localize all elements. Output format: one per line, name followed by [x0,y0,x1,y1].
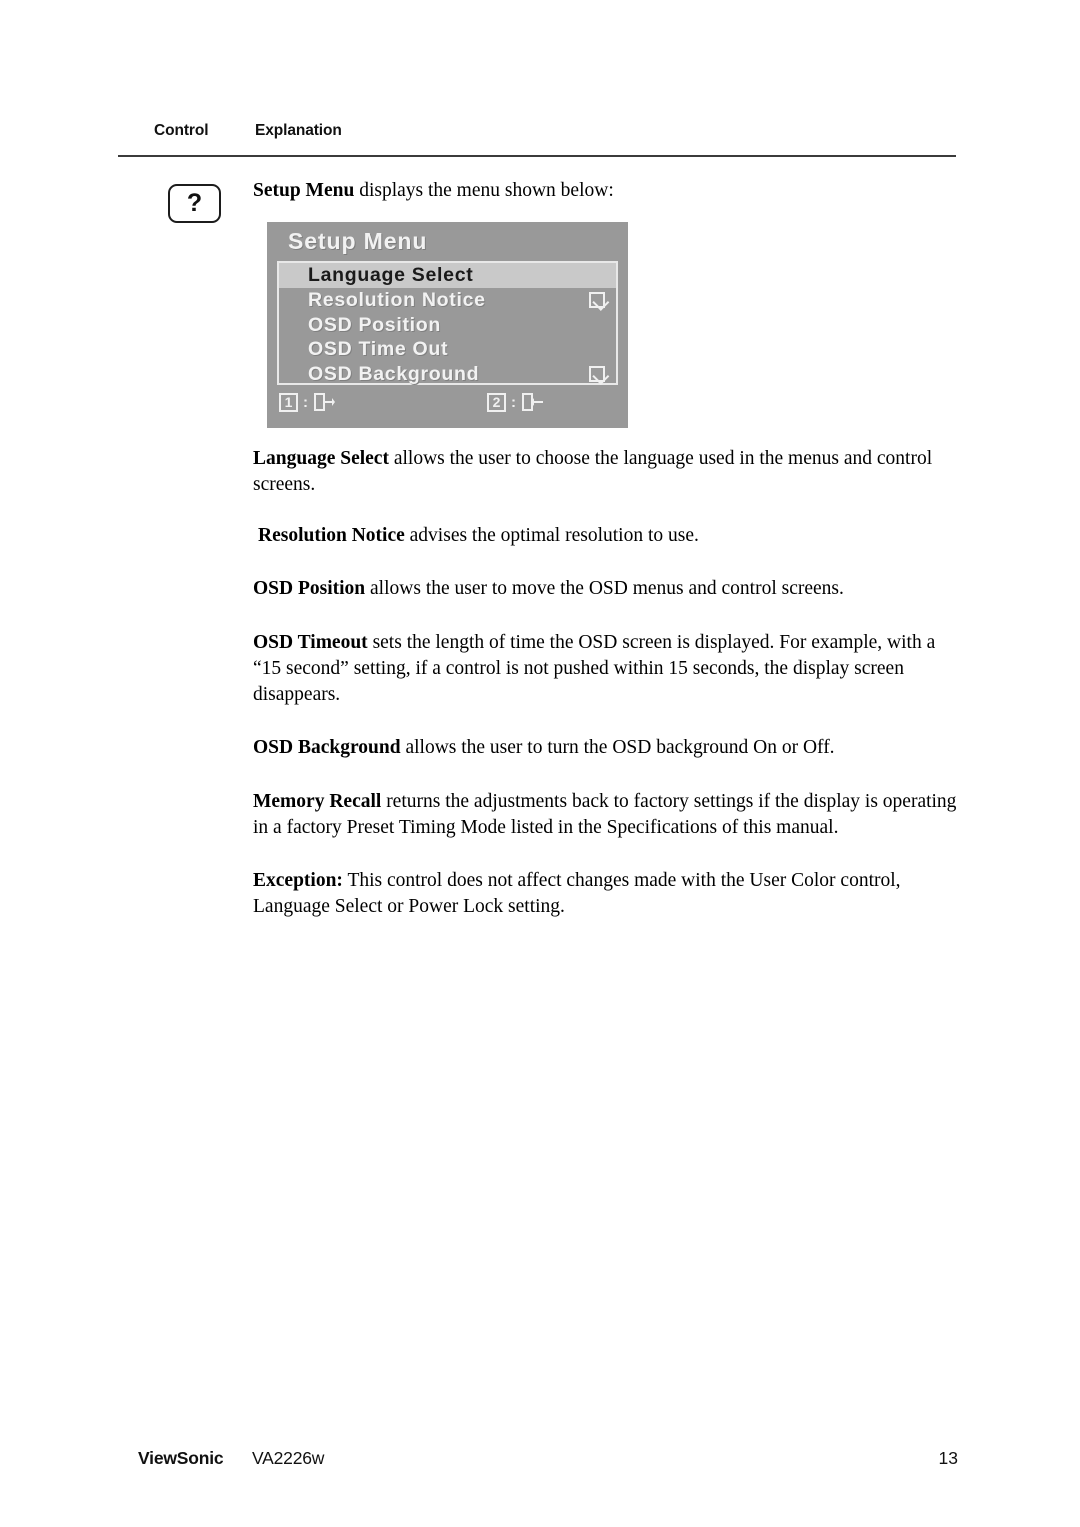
paragraph-memory-recall: Memory Recall returns the adjustments ba… [253,789,959,841]
term-memory-recall: Memory Recall [253,791,382,812]
osd-title: Setup Menu [288,228,428,254]
paragraph-resolution-notice: Resolution Notice advises the optimal re… [258,523,964,549]
term-osd-timeout: OSD Timeout [253,632,368,653]
text-resolution-notice: advises the optimal resolution to use. [404,525,699,546]
text-exception: This control does not affect changes mad… [253,870,901,917]
term-resolution-notice: Resolution Notice [258,525,405,546]
osd-key-1-colon: : [303,393,308,411]
term-exception: Exception: [253,870,343,891]
question-mark-icon: ? [168,184,221,223]
text-osd-position: allows the user to move the OSD menus an… [365,578,844,599]
osd-menu-item-label: OSD Background [308,363,480,386]
osd-menu-item: Resolution Notice [279,288,616,313]
column-headers: Control Explanation [118,122,958,146]
paragraph-language-select: Language Select allows the user to choos… [253,446,959,498]
osd-menu-item-label: Language Select [308,264,474,286]
osd-key-1-number: 1 [279,392,298,412]
text-osd-background: allows the user to turn the OSD backgrou… [400,737,835,758]
osd-menu-item: OSD Background [279,362,616,387]
osd-menu-item: Language Select [279,263,616,288]
footer-model: VA2226w [252,1448,325,1468]
paragraph-osd-position: OSD Position allows the user to move the… [253,576,959,602]
paragraph-osd-background: OSD Background allows the user to turn t… [253,735,959,761]
column-header-control: Control [154,122,209,139]
checkbox-checked-icon [589,291,605,308]
osd-key-1: 1 : [279,392,335,412]
header-divider [118,155,956,157]
checkbox-checked-icon [589,366,605,383]
osd-menu-item-label: OSD Time Out [308,338,449,361]
page-number: 13 [938,1448,958,1468]
osd-setup-menu-figure: Setup Menu Language Select Resolution Not… [267,222,628,428]
enter-left-arrow-icon [521,392,543,412]
osd-key-legend: 1 : 2 : [277,391,618,421]
osd-menu-item: OSD Time Out [279,337,616,362]
osd-menu-item-label: Resolution Notice [308,288,486,311]
osd-key-2-colon: : [511,393,516,411]
text-setup-menu: displays the menu shown below: [354,180,614,201]
osd-key-2: 2 : [487,392,543,412]
term-setup-menu: Setup Menu [253,180,355,201]
document-page: Control Explanation ? Setup Menu display… [0,0,1080,1527]
osd-menu-item-label: OSD Position [308,313,441,336]
term-osd-position: OSD Position [253,578,366,599]
footer-brand: ViewSonic [138,1448,224,1468]
term-language-select: Language Select [253,448,389,469]
paragraph-osd-timeout: OSD Timeout sets the length of time the … [253,630,959,708]
paragraph-setup-menu: Setup Menu displays the menu shown below… [253,178,959,204]
column-header-explanation: Explanation [255,122,342,139]
page-footer: ViewSonic VA2226w 13 [118,1448,958,1474]
osd-menu-item: OSD Position [279,313,616,338]
osd-key-2-number: 2 [487,392,506,412]
paragraph-exception: Exception: This control does not affect … [253,868,959,920]
exit-right-arrow-icon [313,392,335,412]
term-osd-background: OSD Background [253,737,401,758]
osd-menu-list: Language Select Resolution Notice OSD Posi… [277,261,618,385]
